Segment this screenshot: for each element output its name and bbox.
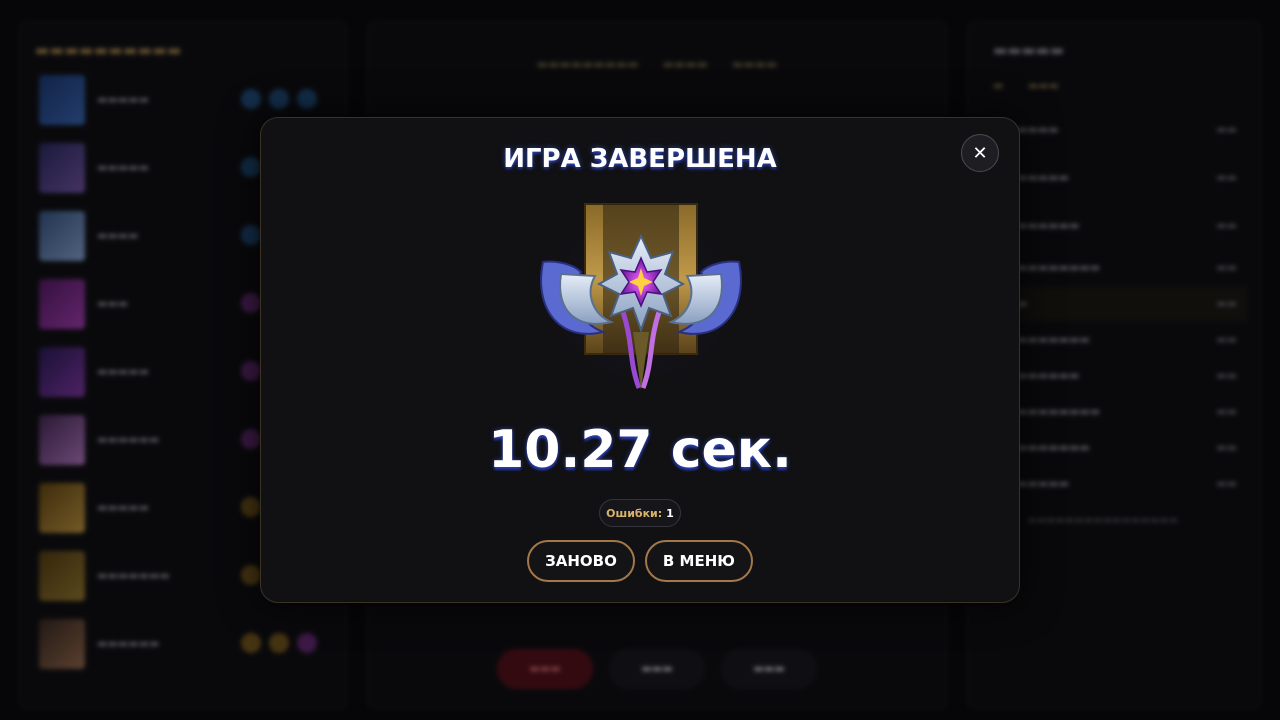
errors-count: 1: [666, 506, 674, 520]
record-row: ▬▬▬▬▬ ▬▬: [1017, 171, 1237, 184]
hero-name: ▬▬▬▬: [97, 229, 139, 242]
left-panel-title: ▬▬▬▬▬▬▬▬▬▬: [35, 41, 182, 59]
hero-portrait: [39, 619, 85, 669]
record-row: ▬ ▬▬: [1017, 287, 1247, 321]
modal-title: ИГРА ЗАВЕРШЕНА: [503, 144, 777, 174]
record-row: ▬▬▬▬▬▬▬▬ ▬▬: [1017, 261, 1237, 274]
hero-portrait: [39, 279, 85, 329]
hero-name: ▬▬▬▬▬: [97, 161, 149, 174]
hero-portrait: [39, 415, 85, 465]
hero-portrait: [39, 143, 85, 193]
hero-portrait: [39, 483, 85, 533]
record-row: ▬▬▬▬▬▬ ▬▬: [1017, 369, 1237, 382]
divine-rank-medal-icon: [540, 203, 742, 390]
center-header: ▬▬▬▬▬▬▬▬▬ ▬▬▬▬ ▬▬▬▬: [536, 57, 778, 71]
record-row: ▬▬▬▬▬▬▬▬ ▬▬: [1017, 405, 1237, 418]
record-row: ▬▬▬▬▬▬▬ ▬▬: [1017, 441, 1237, 454]
hero-name: ▬▬▬▬▬: [97, 93, 149, 106]
right-panel-title: ▬▬▬▬▬: [993, 41, 1064, 59]
record-row: ▬▬▬▬▬▬ ▬▬: [1017, 219, 1237, 232]
hero-dots: [241, 89, 325, 113]
hero-portrait: [39, 347, 85, 397]
hero-portrait: [39, 551, 85, 601]
hero-portrait: [39, 211, 85, 261]
records-header: ▬ ▬▬▬: [993, 79, 1060, 92]
completion-time: 10.27 сек.: [488, 420, 792, 480]
hero-name: ▬▬▬▬▬▬▬: [97, 569, 170, 582]
restart-button[interactable]: ЗАНОВО: [527, 540, 635, 582]
game-over-modal: ИГРА ЗАВЕРШЕНА ✕ 10.27 сек. Ошибки: 1 ЗА…: [260, 117, 1020, 603]
record-row: ▬▬▬▬ ▬▬: [1017, 123, 1237, 136]
close-button[interactable]: ✕: [961, 134, 999, 172]
hero-name: ▬▬▬▬▬: [97, 365, 149, 378]
hero-portrait: [39, 75, 85, 125]
hero-name: ▬▬▬▬▬▬: [97, 637, 160, 650]
bottom-buttons: ▬▬▬ ▬▬▬ ▬▬▬: [367, 649, 947, 689]
record-row: ▬▬▬▬▬▬▬ ▬▬: [1017, 333, 1237, 346]
menu-button[interactable]: В МЕНЮ: [644, 540, 753, 582]
hero-name: ▬▬▬: [97, 297, 129, 310]
records-footer: ▬▬▬▬▬▬▬▬▬▬▬▬▬▬▬▬: [1027, 515, 1179, 526]
hero-row: ▬▬▬▬▬▬: [35, 619, 335, 673]
close-icon: ✕: [972, 142, 988, 164]
hero-name: ▬▬▬▬▬: [97, 501, 149, 514]
record-row: ▬▬▬▬▬ ▬▬: [1017, 477, 1237, 490]
errors-badge: Ошибки: 1: [599, 499, 681, 527]
game-screen: ▬▬▬▬▬▬▬▬▬▬ ▬▬▬▬▬ ▬▬▬▬▬ ▬▬▬▬ ▬▬▬ ▬▬▬▬▬ ▬▬…: [0, 0, 1280, 720]
hero-name: ▬▬▬▬▬▬: [97, 433, 160, 446]
hero-dots: [241, 633, 325, 657]
modal-actions: ЗАНОВО В МЕНЮ: [261, 540, 1019, 582]
errors-label: Ошибки:: [606, 506, 663, 520]
